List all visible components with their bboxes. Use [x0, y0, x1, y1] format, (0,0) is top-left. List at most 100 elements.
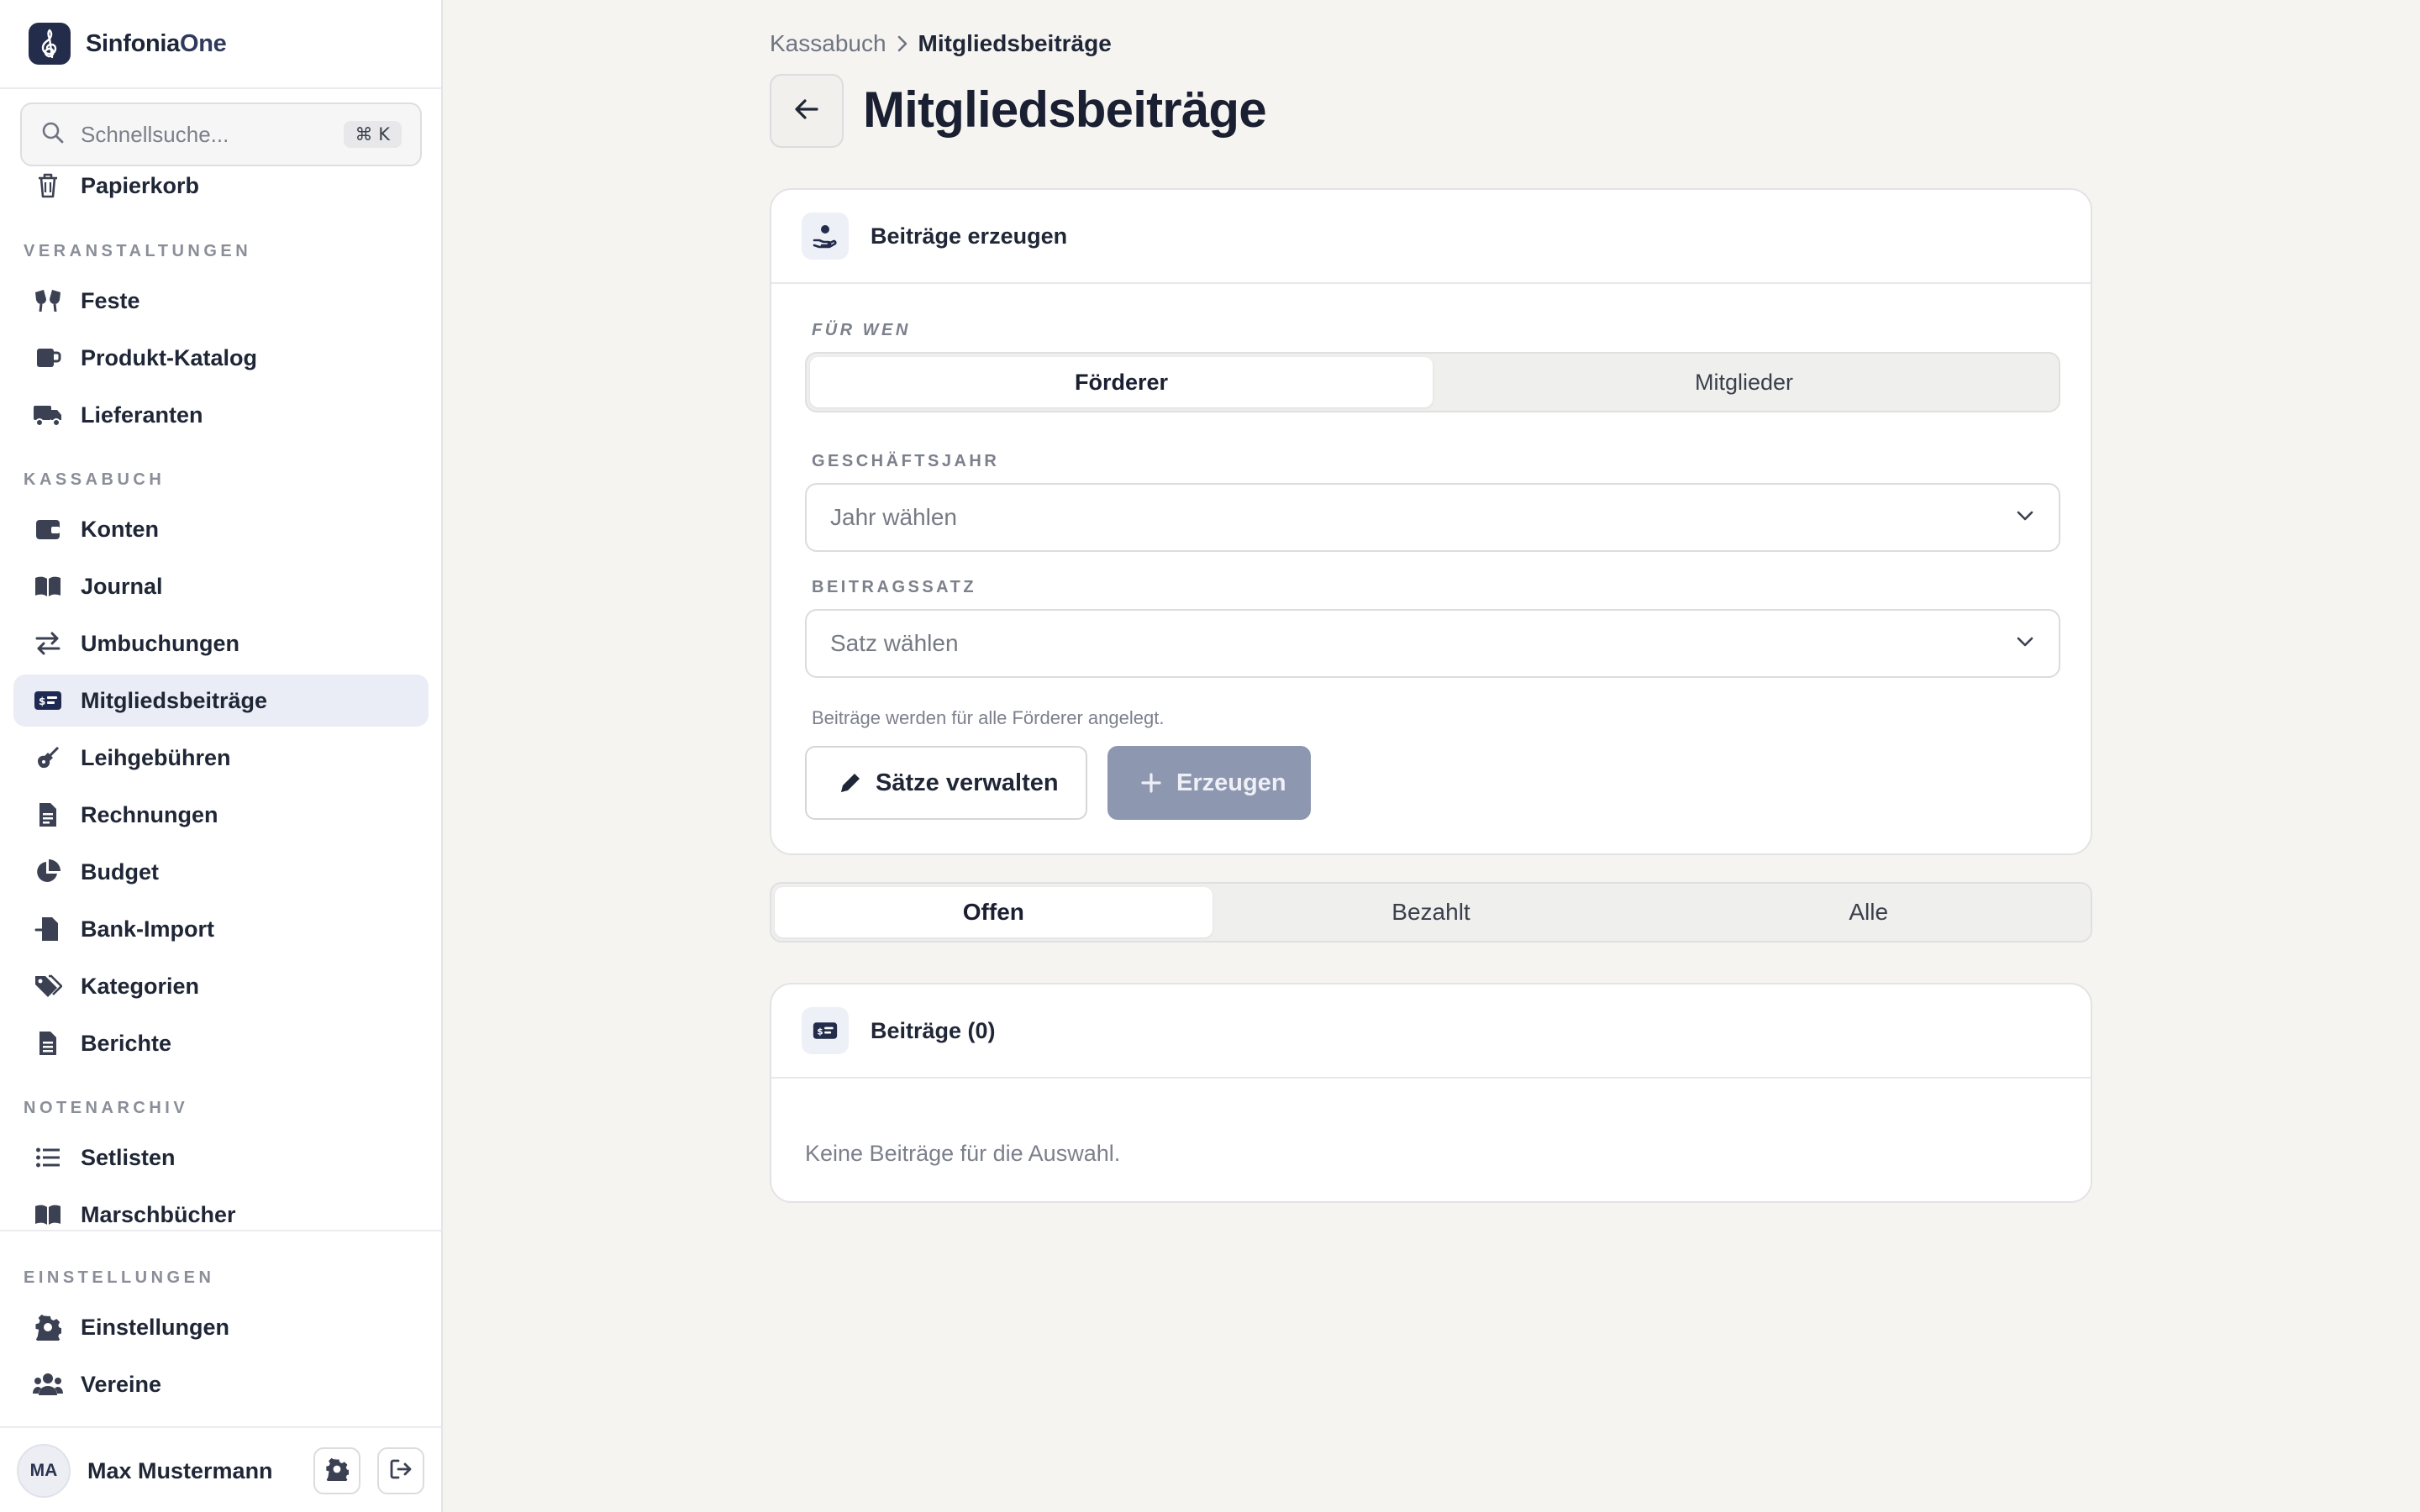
search-placeholder: Schnellsuche...: [81, 121, 229, 147]
svg-text:$: $: [817, 1026, 823, 1037]
user-settings-button[interactable]: [313, 1447, 360, 1494]
transfer-arrows-icon: [32, 627, 64, 659]
sidebar-item-label: Journal: [81, 573, 163, 599]
segment-foerderer[interactable]: Förderer: [810, 357, 1433, 407]
sidebar-item-label: Einstellungen: [81, 1314, 230, 1340]
user-name: Max Mustermann: [87, 1457, 273, 1483]
gear-icon: [32, 1311, 64, 1343]
truck-icon: [32, 399, 64, 431]
sidebar-item-bank-import[interactable]: Bank-Import: [13, 903, 429, 955]
sidebar: SinfoniaOne Schnellsuche... ⌘ K Papierko…: [0, 0, 443, 1512]
sidebar-item-label: Produkt-Katalog: [81, 344, 258, 370]
open-book-icon: [32, 570, 64, 602]
sidebar-item-setlisten[interactable]: Setlisten: [13, 1131, 429, 1184]
sidebar-item-journal[interactable]: Journal: [13, 560, 429, 612]
sidebar-item-papierkorb[interactable]: Papierkorb: [13, 160, 429, 212]
plus-icon: [1138, 769, 1165, 796]
hand-holding-money-icon: [802, 213, 849, 260]
chevron-right-icon: [897, 34, 908, 53]
generate-button[interactable]: Erzeugen: [1107, 746, 1311, 820]
section-kassabuch: KASSABUCH: [24, 470, 166, 489]
money-bill-icon: $: [802, 1007, 849, 1054]
card-title: Beiträge (0): [871, 1017, 996, 1043]
search-shortcut-badge: ⌘ K: [343, 121, 402, 148]
button-label: Sätze verwalten: [876, 769, 1059, 796]
sidebar-item-feste[interactable]: Feste: [13, 275, 429, 327]
sidebar-item-einstellungen[interactable]: Einstellungen: [13, 1301, 429, 1353]
report-file-icon: [32, 1027, 64, 1059]
guitar-icon: [32, 742, 64, 774]
gear-icon: [325, 1457, 350, 1485]
sidebar-item-label: Lieferanten: [81, 402, 203, 428]
money-bill-icon: $: [32, 685, 64, 717]
sidebar-item-vereine[interactable]: Vereine: [13, 1358, 429, 1410]
manage-rates-button[interactable]: Sätze verwalten: [805, 746, 1087, 820]
sidebar-item-kategorien[interactable]: Kategorien: [13, 960, 429, 1012]
quick-search-input[interactable]: Schnellsuche... ⌘ K: [20, 102, 422, 166]
select-placeholder: Jahr wählen: [830, 504, 957, 530]
segment-mitglieder[interactable]: Mitglieder: [1433, 357, 2055, 407]
sidebar-item-lieferanten[interactable]: Lieferanten: [13, 389, 429, 441]
tab-alle[interactable]: Alle: [1649, 887, 2087, 937]
sidebar-item-label: Leihgebühren: [81, 744, 231, 770]
generate-contributions-card: Beiträge erzeugen FÜR WEN Förderer Mitgl…: [770, 188, 2092, 855]
sidebar-item-label: Umbuchungen: [81, 630, 239, 656]
chevron-down-icon: [2015, 635, 2035, 653]
for-whom-segmented-control: Förderer Mitglieder: [805, 352, 2060, 412]
back-button[interactable]: [770, 74, 844, 148]
sidebar-nav[interactable]: Papierkorb VERANSTALTUNGEN Feste Produkt…: [0, 160, 441, 1230]
sidebar-item-label: Rechnungen: [81, 801, 218, 827]
avatar[interactable]: MA: [17, 1444, 71, 1498]
sidebar-item-budget[interactable]: Budget: [13, 846, 429, 898]
trash-icon: [32, 170, 64, 202]
main-content: Kassabuch Mitgliedsbeiträge Mitgliedsbei…: [443, 0, 2420, 1512]
contributions-list-card: $ Beiträge (0) Keine Beiträge für die Au…: [770, 983, 2092, 1203]
status-filter-tabs: Offen Bezahlt Alle: [770, 882, 2092, 942]
sidebar-item-umbuchungen[interactable]: Umbuchungen: [13, 617, 429, 669]
rate-select[interactable]: Satz wählen: [805, 609, 2060, 678]
sidebar-item-label: Kategorien: [81, 973, 200, 999]
sidebar-item-produkt-katalog[interactable]: Produkt-Katalog: [13, 332, 429, 384]
treble-clef-logo-icon: [29, 23, 71, 65]
breadcrumb-link-kassabuch[interactable]: Kassabuch: [770, 30, 886, 57]
empty-state-text: Keine Beiträge für die Auswahl.: [805, 1141, 1121, 1166]
sidebar-item-mitgliedsbeitraege[interactable]: $ Mitgliedsbeiträge: [13, 675, 429, 727]
breadcrumb-current: Mitgliedsbeiträge: [918, 30, 1112, 56]
sidebar-item-label: Konten: [81, 516, 159, 542]
fiscal-year-select[interactable]: Jahr wählen: [805, 483, 2060, 552]
tab-bezahlt[interactable]: Bezahlt: [1213, 887, 1650, 937]
logout-button[interactable]: [377, 1447, 424, 1494]
section-veranstaltungen: VERANSTALTUNGEN: [24, 242, 252, 260]
card-title: Beiträge erzeugen: [871, 223, 1068, 249]
page-title: Mitgliedsbeiträge: [863, 81, 1267, 138]
logout-icon: [389, 1457, 413, 1485]
file-import-icon: [32, 913, 64, 945]
brand[interactable]: SinfoniaOne: [0, 0, 441, 89]
sidebar-item-label: Mitgliedsbeiträge: [81, 687, 268, 713]
svg-text:$: $: [39, 696, 45, 707]
hint-text: Beiträge werden für alle Förderer angele…: [812, 707, 1165, 728]
invoice-icon: [32, 799, 64, 831]
sidebar-item-label: Papierkorb: [81, 172, 200, 198]
arrow-left-icon: [794, 98, 819, 124]
sidebar-item-label: Feste: [81, 287, 140, 313]
rate-label: BEITRAGSSATZ: [812, 578, 977, 596]
sidebar-item-leihgebuehren[interactable]: Leihgebühren: [13, 732, 429, 784]
tags-icon: [32, 970, 64, 1002]
sidebar-item-konten[interactable]: Konten: [13, 503, 429, 555]
users-icon: [32, 1368, 64, 1400]
fiscal-year-label: GESCHÄFTSJAHR: [812, 452, 1000, 470]
chevron-down-icon: [2015, 509, 2035, 527]
sidebar-item-marschbuecher[interactable]: Marschbücher: [13, 1189, 429, 1230]
list-icon: [32, 1142, 64, 1173]
sidebar-item-berichte[interactable]: Berichte: [13, 1017, 429, 1069]
sidebar-item-label: Setlisten: [81, 1144, 176, 1170]
cheers-glasses-icon: [32, 285, 64, 317]
sidebar-item-label: Marschbücher: [81, 1201, 236, 1227]
tab-offen[interactable]: Offen: [775, 887, 1213, 937]
sidebar-item-rechnungen[interactable]: Rechnungen: [13, 789, 429, 841]
pie-chart-icon: [32, 856, 64, 888]
card-header: Beiträge erzeugen: [771, 190, 2091, 284]
select-placeholder: Satz wählen: [830, 630, 959, 656]
button-label: Erzeugen: [1176, 769, 1286, 796]
